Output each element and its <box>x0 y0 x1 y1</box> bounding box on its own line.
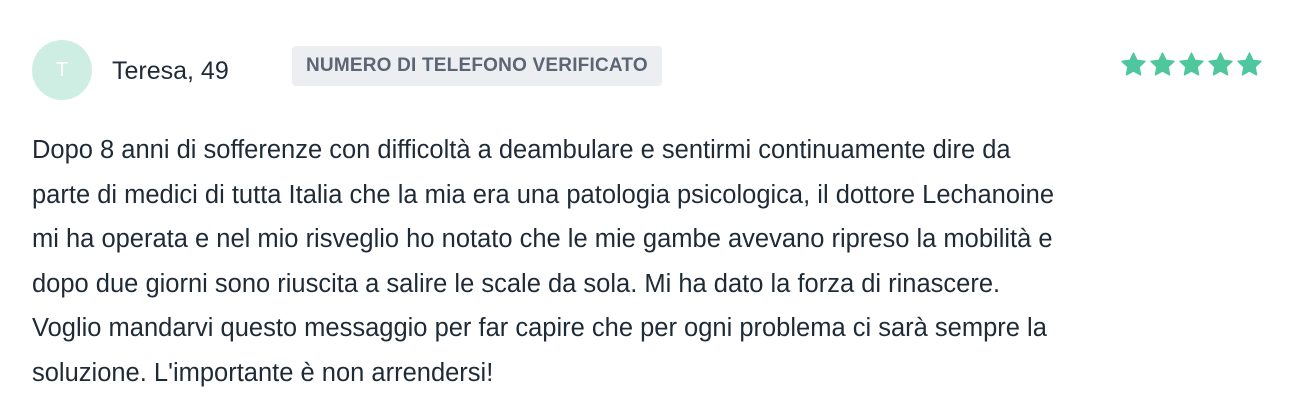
review-text-line: parte di medici di tutta Italia che la m… <box>32 180 1055 209</box>
star-icon <box>1179 52 1204 76</box>
star-icon <box>1208 52 1233 76</box>
star-rating <box>1120 51 1263 78</box>
review-text-line: Dopo 8 anni di sofferenze con difficoltà… <box>32 136 1011 164</box>
verified-phone-badge: NUMERO DI TELEFONO VERIFICATO <box>292 46 662 86</box>
review-card: T Teresa, 49 NUMERO DI TELEFONO VERIFICA… <box>0 0 1300 418</box>
avatar: T <box>32 40 92 100</box>
star-icon <box>1237 52 1262 76</box>
star-icon <box>1150 52 1175 76</box>
review-text: Dopo 8 anni di sofferenze con difficoltà… <box>32 128 1268 395</box>
review-text-line: dopo due giorni sono riuscita a salire l… <box>32 269 1001 298</box>
review-text-line: mi ha operata e nel mio risveglio ho not… <box>32 225 1053 253</box>
review-text-line: Voglio mandarvi questo messaggio per far… <box>32 314 1047 342</box>
review-text-line: soluzione. L'importante è non arrendersi… <box>32 358 494 387</box>
reviewer-name: Teresa, 49 <box>112 57 229 85</box>
star-icon <box>1121 52 1146 76</box>
